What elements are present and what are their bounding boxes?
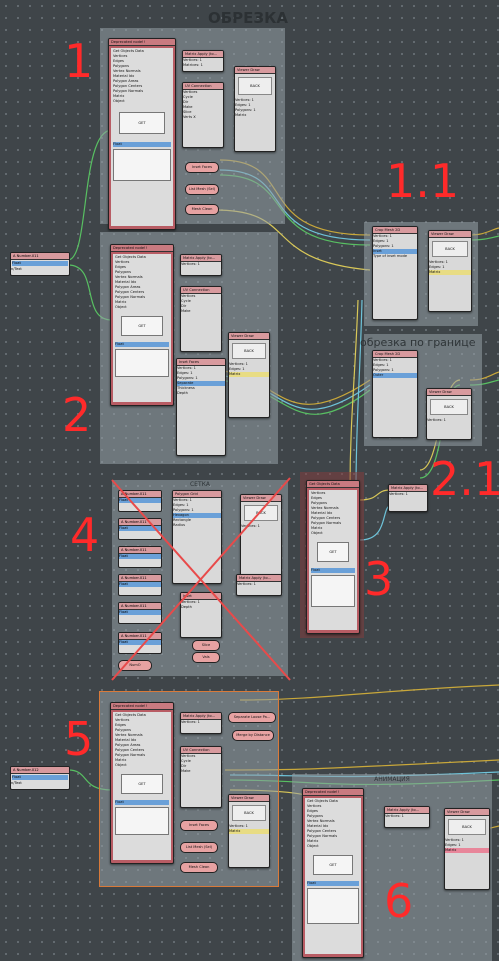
socket-make: Make [181, 769, 191, 773]
object-list[interactable] [115, 807, 169, 835]
get-button[interactable]: GET [121, 774, 163, 794]
socket-object[interactable]: Object [115, 763, 169, 768]
get-objects-node-6[interactable]: Deprecated node!! Get Objects Data Verti… [302, 788, 364, 958]
mesh-clean-node-5[interactable]: Mesh Clean [180, 862, 218, 873]
node-warning: Deprecated node!! [303, 789, 363, 796]
matrix-apply-node-5[interactable]: Matrix Apply (to... Vertices: 1 [180, 712, 222, 734]
list-mesh-node-5[interactable]: List Mesh (Sel) [180, 842, 218, 853]
node-title: Matrix Apply (to... [181, 713, 221, 720]
node-editor[interactable]: ОБРЕЗКА Deprecated node!! Get Objects Da… [0, 0, 499, 961]
socket-matrix: Matrix [445, 848, 489, 853]
frame-title-6: АНИМАЦИЯ [374, 776, 410, 783]
get-objects-node-5[interactable]: Deprecated node!! Get Objects Data Verti… [110, 702, 174, 864]
marker-4: 4 [70, 508, 100, 562]
node-stat: Vertices: 1 [385, 814, 404, 818]
number-value[interactable]: n/Text [11, 781, 69, 786]
node-stat: Vertices: 1 [181, 720, 200, 724]
marker-6: 6 [384, 874, 414, 928]
inset-faces-node-5[interactable]: Inset Faces [180, 820, 218, 831]
socket-object[interactable]: Object [307, 844, 359, 849]
mode-buttons[interactable]: Float [115, 800, 169, 805]
node-title: Viewer Draw [445, 809, 489, 816]
back-button[interactable]: BACK [448, 819, 486, 835]
number-node-2[interactable]: A Number.012 Float n/Text [10, 766, 70, 790]
marker-5: 5 [64, 712, 94, 766]
separate-loose-node[interactable]: Separate Loose Pa... [228, 712, 276, 723]
get-button[interactable]: GET [313, 855, 353, 875]
object-list[interactable] [307, 888, 359, 924]
viewer-draw-node-6[interactable]: Viewer Draw BACK Vertices: 1 Edges: 1 Ma… [444, 808, 490, 890]
number-float-field[interactable]: Float [12, 775, 68, 780]
node-title: A Number.012 [11, 767, 69, 774]
socket-matrix: Matrix [229, 829, 269, 834]
merge-by-distance-node[interactable]: Merge by Distance [232, 730, 274, 741]
uv-connection-node-5[interactable]: UV Connection Vertices Cycle Dir Make [180, 746, 222, 808]
node-title: Matrix Apply (to... [385, 807, 429, 814]
back-button[interactable]: BACK [232, 805, 266, 821]
viewer-draw-node-5[interactable]: Viewer Draw BACK Vertices: 1 Matrix [228, 794, 270, 868]
mode-buttons[interactable]: Float [307, 881, 359, 886]
node-warning: Deprecated node!! [111, 703, 173, 710]
node-title: Viewer Draw [229, 795, 269, 802]
node-title: UV Connection [181, 747, 221, 754]
matrix-apply-node-6[interactable]: Matrix Apply (to... Vertices: 1 [384, 806, 430, 828]
